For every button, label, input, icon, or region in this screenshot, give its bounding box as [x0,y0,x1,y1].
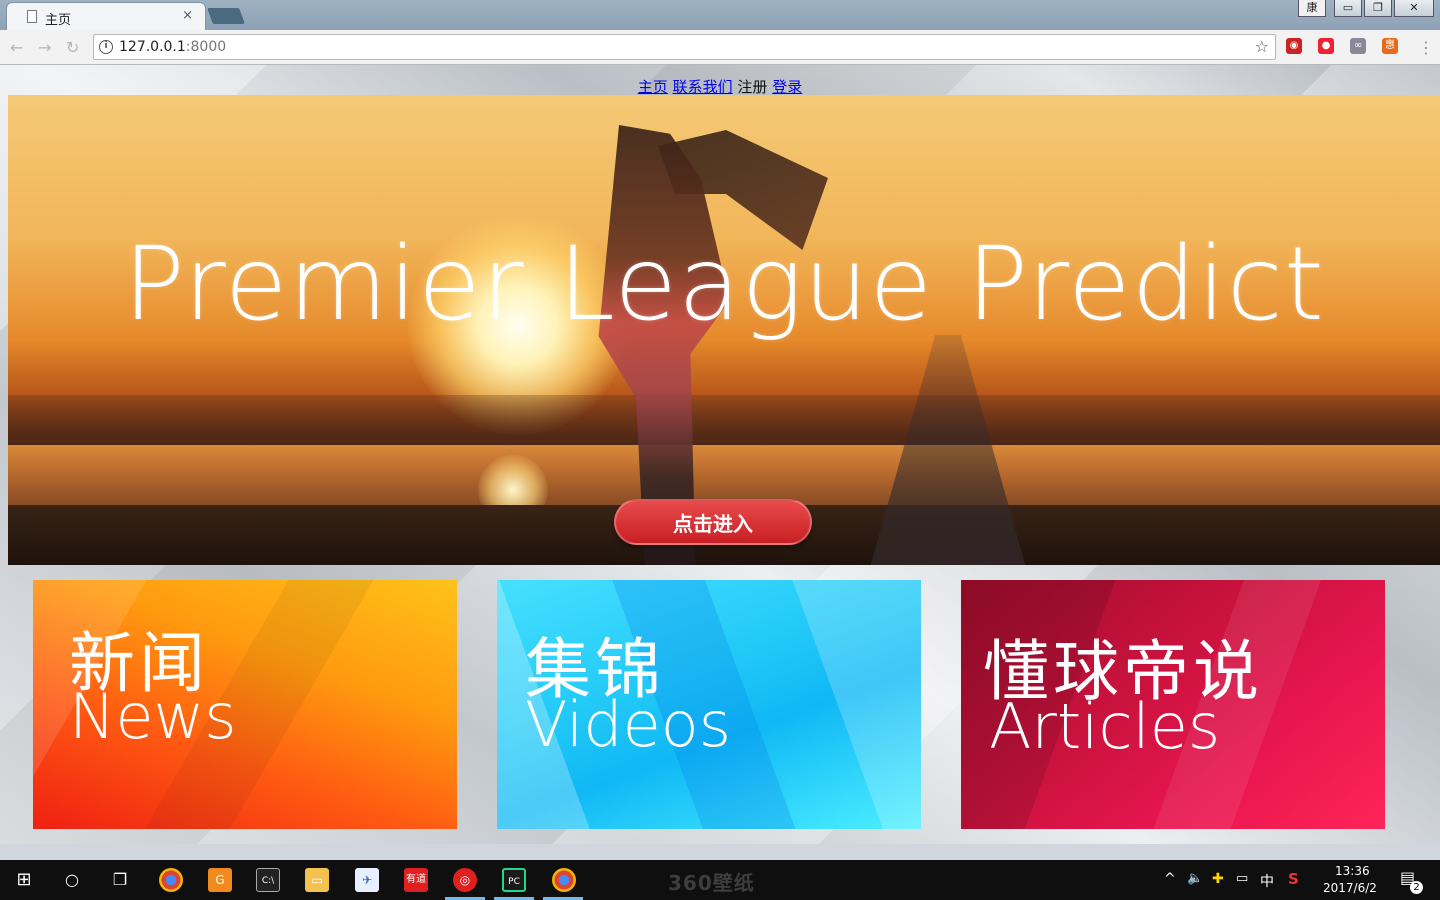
weibo-extension-icon[interactable]: ◉ [1286,38,1302,54]
pdf-app-icon[interactable]: G [208,868,232,892]
clock-date[interactable]: 2017/6/2 [1323,881,1377,895]
hero-banner: Premier League Predict 点击进入 [8,95,1440,565]
videos-tile-en: Videos [525,688,732,761]
minimize-button[interactable]: ▭ [1334,0,1362,17]
extension-gray-icon[interactable]: ∞ [1350,38,1366,54]
wallpaper-watermark: 360壁纸 [668,871,755,895]
articles-tile[interactable]: 懂球帝说 Articles [961,580,1385,829]
windows-start-icon[interactable]: ⊞ [12,868,36,892]
network-icon[interactable]: ▭ [1236,871,1248,886]
new-tab-button[interactable] [207,8,245,24]
profile-button[interactable]: 康 [1298,0,1326,17]
browser-tab[interactable]: 主页 × [6,2,206,30]
extension-red-icon[interactable]: ● [1318,38,1334,54]
hero-title: Premier League Predict [123,225,1325,344]
nav-contact-link[interactable]: 联系我们 [673,78,733,96]
url-text: 127.0.0.1:8000 [119,39,227,55]
page-icon [27,10,37,23]
terminal-icon[interactable]: C:\ [256,868,280,892]
volume-icon[interactable]: 🔈 [1187,871,1203,886]
top-nav: 主页 联系我们 注册 登录 [0,76,1440,97]
articles-tile-en: Articles [989,690,1221,763]
extension-orange-icon[interactable]: 惠 [1382,38,1398,54]
news-tile[interactable]: 新闻 News [33,580,457,829]
close-window-button[interactable]: ✕ [1394,0,1434,17]
youdao-icon[interactable]: 有道 [404,868,428,892]
sogou-input-icon[interactable]: S [1288,870,1299,888]
cortana-icon[interactable]: ○ [60,868,84,892]
enter-button[interactable]: 点击进入 [614,499,812,545]
notification-count-badge: 2 [1410,881,1423,894]
tab-title: 主页 [45,13,72,28]
chrome-icon[interactable] [159,868,183,892]
nav-login-link[interactable]: 登录 [772,78,802,96]
ime-indicator[interactable]: 中 [1260,871,1274,891]
browser-titlebar: 主页 × 康 ▭ ❐ ✕ [0,0,1440,30]
taskbar: ⊞ ○ ❐ G C:\ ▭ ✈ 有道 ◎ PC 360壁纸 ^ 🔈 ✚ ▭ 中 … [0,860,1440,900]
reload-icon[interactable]: ↻ [66,38,79,57]
tab-close-icon[interactable]: × [182,8,193,23]
chrome-active-icon[interactable] [552,868,576,892]
news-tile-en: News [69,680,237,753]
bookmark-star-icon[interactable]: ☆ [1255,37,1269,56]
restore-button[interactable]: ❐ [1364,0,1392,17]
file-explorer-icon[interactable]: ▭ [305,868,329,892]
info-icon[interactable]: i [99,40,113,54]
tray-chevron-icon[interactable]: ^ [1164,871,1176,887]
forward-icon[interactable]: → [38,38,51,57]
security-tray-icon[interactable]: ✚ [1212,871,1224,887]
back-icon[interactable]: ← [10,38,23,57]
nav-home-link[interactable]: 主页 [638,78,668,96]
address-bar[interactable]: i 127.0.0.1:8000 ☆ [93,34,1276,60]
netease-music-icon[interactable]: ◎ [453,868,477,892]
menu-icon[interactable]: ⋮ [1418,38,1434,57]
task-view-icon[interactable]: ❐ [108,868,132,892]
nav-register-text: 注册 [737,78,768,96]
pycharm-icon[interactable]: PC [502,868,526,892]
browser-toolbar: ← → ↻ i 127.0.0.1:8000 ☆ ◉ ● ∞ 惠 ⋮ [0,30,1440,65]
web-page: 主页 联系我们 注册 登录 Premier League Predict 点击进… [0,65,1440,844]
clock-time[interactable]: 13:36 [1335,864,1370,878]
videos-tile[interactable]: 集锦 Videos [497,580,921,829]
mail-app-icon[interactable]: ✈ [355,868,379,892]
